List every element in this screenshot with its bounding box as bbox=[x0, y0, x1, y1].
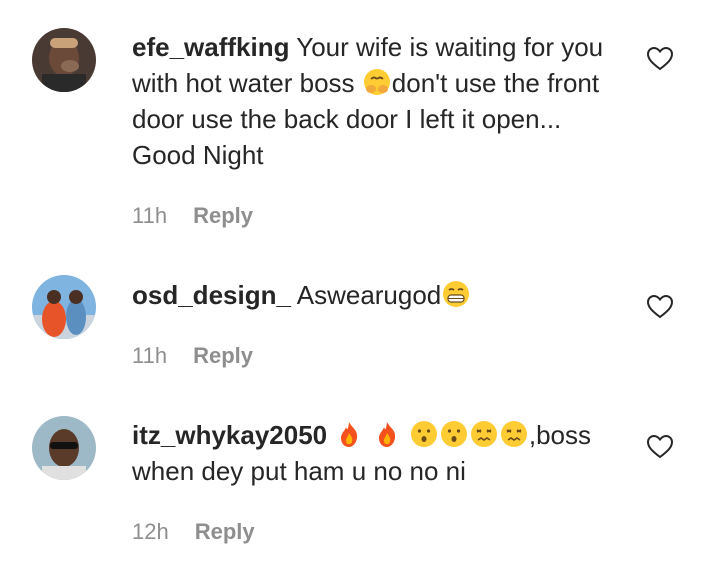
heart-icon[interactable] bbox=[646, 434, 674, 460]
grimacing-face-emoji bbox=[443, 281, 470, 307]
timestamp: 11h bbox=[132, 203, 168, 228]
reply-button[interactable]: Reply bbox=[193, 343, 253, 368]
fire-emoji bbox=[341, 422, 358, 447]
confounded-face-emoji bbox=[470, 421, 497, 447]
hushed-face-emoji bbox=[410, 421, 437, 447]
comment-text: itz_whykay2050 ,boss when dey put ham u … bbox=[132, 417, 632, 489]
heart-icon[interactable] bbox=[646, 46, 674, 72]
avatar[interactable] bbox=[32, 28, 96, 92]
comment-text: efe_waffking Your wife is waiting for yo… bbox=[132, 29, 632, 173]
reply-button[interactable]: Reply bbox=[193, 203, 253, 228]
comment-meta: 11h Reply bbox=[132, 343, 253, 369]
avatar[interactable] bbox=[32, 416, 96, 480]
timestamp: 12h bbox=[132, 519, 169, 544]
comment-content: Aswearugod bbox=[296, 280, 442, 310]
comment-meta: 11h Reply bbox=[132, 203, 253, 229]
hands-over-face-emoji bbox=[363, 69, 390, 95]
timestamp: 11h bbox=[132, 343, 168, 368]
comment-meta: 12h Reply bbox=[132, 519, 255, 545]
heart-icon[interactable] bbox=[646, 294, 674, 320]
comment-text: osd_design_ Aswearugod bbox=[132, 277, 632, 313]
hushed-face-emoji bbox=[440, 421, 467, 447]
username[interactable]: itz_whykay2050 bbox=[132, 420, 327, 450]
username[interactable]: osd_design_ bbox=[132, 280, 291, 310]
fire-emoji bbox=[378, 422, 395, 447]
avatar[interactable] bbox=[32, 275, 96, 339]
reply-button[interactable]: Reply bbox=[195, 519, 255, 544]
username[interactable]: efe_waffking bbox=[132, 32, 290, 62]
confounded-face-emoji bbox=[500, 421, 527, 447]
